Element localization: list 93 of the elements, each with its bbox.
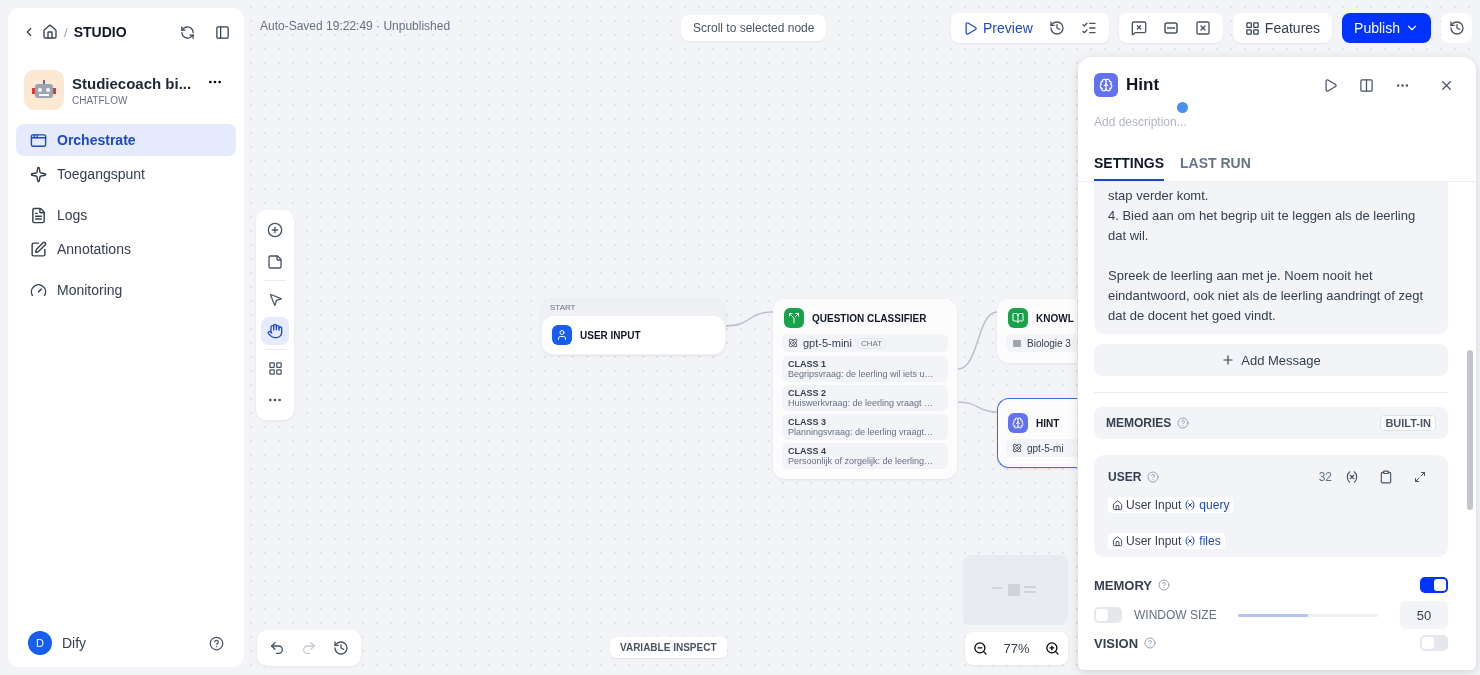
panel-tab[interactable]: LAST RUN xyxy=(1180,155,1251,181)
home-icon[interactable] xyxy=(42,24,58,40)
class-name: CLASS 3 xyxy=(788,417,827,427)
class-name: CLASS 1 xyxy=(788,359,827,369)
breadcrumb-label: STUDIO xyxy=(73,24,127,40)
plus-icon xyxy=(1221,353,1236,367)
nav-item[interactable]: Orchestrate xyxy=(16,124,236,156)
node-title: USER INPUT xyxy=(580,329,641,341)
nav-item[interactable]: Logs xyxy=(16,199,236,231)
version-history-icon[interactable] xyxy=(1441,13,1472,43)
help-icon xyxy=(1158,579,1171,591)
scroll-to-node-button[interactable]: Scroll to selected node xyxy=(681,15,827,41)
class-name: CLASS 2 xyxy=(788,388,827,398)
node-title: HINT xyxy=(1036,417,1060,429)
knowledge-node-icon xyxy=(1008,308,1028,328)
app-type: CHATFLOW xyxy=(72,94,129,106)
features-icon xyxy=(1244,20,1260,36)
connector-line xyxy=(725,311,774,327)
user-avatar: D xyxy=(28,631,52,655)
class-description: Persoonlijk of zorgelijk: de leerling… xyxy=(788,456,935,466)
panel-toggle-icon[interactable] xyxy=(215,24,230,40)
add-message-button[interactable]: Add Message xyxy=(1094,344,1448,376)
nav-icon xyxy=(30,281,47,299)
node-tag: START xyxy=(542,299,725,316)
character-count: 32 xyxy=(1318,470,1332,484)
class-description: Huiswerkvraag: de leerling vraagt … xyxy=(788,398,935,408)
memories-label: MEMORIES xyxy=(1106,416,1172,430)
nav-item[interactable]: Toegangspunt xyxy=(16,158,236,190)
window-size-toggle[interactable] xyxy=(1094,607,1122,623)
nav-item[interactable]: Annotations xyxy=(16,233,236,265)
memory-label: MEMORY xyxy=(1094,577,1153,593)
help-icon xyxy=(1144,637,1157,649)
autosave-status: Auto-Saved 19:22:49 · Unpublished xyxy=(260,19,451,33)
window-size-value[interactable]: 50 xyxy=(1400,601,1448,629)
help-icon[interactable] xyxy=(209,635,224,651)
variable-icon xyxy=(1184,499,1197,511)
panel-title: Hint xyxy=(1126,75,1160,95)
variable-name: query xyxy=(1199,498,1230,512)
zoom-out-icon[interactable] xyxy=(972,641,988,656)
classifier-node[interactable] xyxy=(773,299,957,479)
publish-button[interactable]: Publish xyxy=(1342,13,1431,43)
dataset-item: Biologie 3 xyxy=(1006,334,1077,352)
status-dot xyxy=(1177,102,1188,113)
variable-source: User Input xyxy=(1126,534,1182,548)
help-icon xyxy=(1177,417,1190,429)
start-node[interactable]: START USER INPUT xyxy=(541,298,726,355)
prompt-text: stap verder komt. 4. Bied aan om het begrip uit te leggen als de leerling dat wil. Spreek de leerling aan met je. Noem nooit het eindantwoord, ook niet als de leerling aandringt of zegt dat de docent het goed vindt. xyxy=(1094,182,1448,334)
zoom-in-icon[interactable] xyxy=(1045,641,1061,656)
help-icon xyxy=(1147,471,1160,483)
class-description: Planningsvraag: de leerling vraagt… xyxy=(788,427,935,437)
nav-icon xyxy=(30,206,47,224)
model-icon xyxy=(788,338,798,348)
nav-icon xyxy=(30,240,47,258)
model-selector[interactable]: gpt-5-mi xyxy=(1006,439,1077,457)
user-name: Dify xyxy=(62,635,87,651)
llm-node-icon xyxy=(1008,413,1028,433)
variable-icon xyxy=(1184,535,1197,547)
preview-button[interactable]: Preview xyxy=(957,13,1039,43)
class-description: Begripsvraag: de leerling wil iets u… xyxy=(788,369,935,379)
classifier-node-icon xyxy=(784,308,804,328)
play-icon xyxy=(963,20,979,36)
connector-line xyxy=(957,401,998,413)
knowledge-node[interactable]: KNOWL Biologie 3 xyxy=(997,299,1077,363)
vision-toggle[interactable] xyxy=(1420,635,1448,651)
window-size-slider[interactable] xyxy=(1238,613,1378,617)
nav-icon xyxy=(30,165,47,183)
breadcrumb-separator: / xyxy=(64,24,68,40)
model-icon xyxy=(1012,443,1022,453)
built-in-tag: BUILT-IN xyxy=(1380,415,1436,431)
connector-line xyxy=(957,311,998,370)
home-icon xyxy=(1112,535,1123,547)
llm-node[interactable]: HINT gpt-5-mi xyxy=(997,398,1077,468)
variable-inspect-button[interactable]: VARIABLE INSPECT xyxy=(610,637,727,658)
variable-name: files xyxy=(1199,534,1221,548)
app-name: Studiecoach bi... xyxy=(72,74,192,92)
hand-icon[interactable] xyxy=(261,317,289,345)
home-icon xyxy=(1112,499,1123,511)
node-title: KNOWL xyxy=(1036,312,1074,324)
window-size-label: WINDOW SIZE xyxy=(1134,608,1217,622)
start-node-icon xyxy=(552,325,572,345)
node-title: QUESTION CLASSIFIER xyxy=(812,312,927,324)
variable-source: User Input xyxy=(1126,498,1182,512)
llm-node-icon xyxy=(1094,73,1118,97)
features-button[interactable]: Features xyxy=(1232,13,1333,43)
user-label: USER xyxy=(1108,470,1142,484)
memory-toggle[interactable] xyxy=(1420,577,1448,593)
class-name: CLASS 4 xyxy=(788,446,827,456)
nav-item[interactable]: Monitoring xyxy=(16,274,236,306)
refresh-icon[interactable] xyxy=(180,24,195,40)
nav-icon xyxy=(30,131,47,149)
model-selector[interactable]: gpt-5-mini CHAT xyxy=(782,334,948,352)
vision-label: VISION xyxy=(1094,635,1139,651)
zoom-level: 77% xyxy=(1003,641,1030,656)
